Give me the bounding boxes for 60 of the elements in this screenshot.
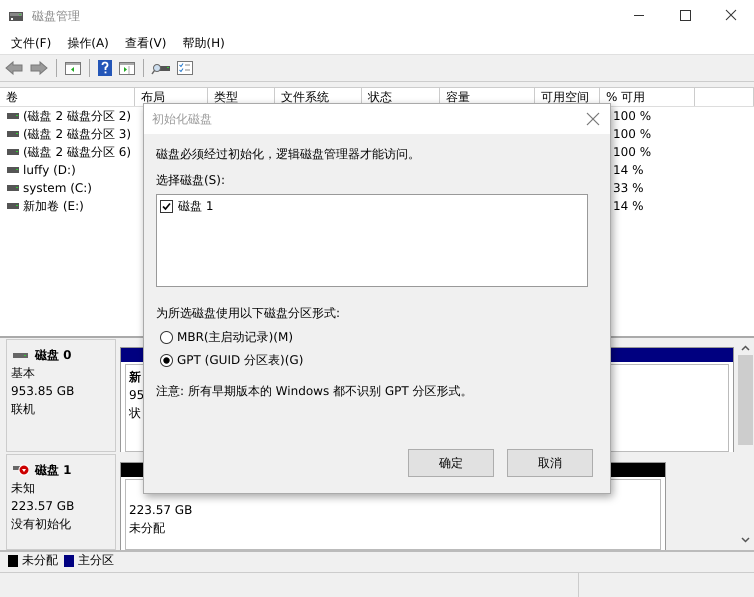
checklist-icon[interactable] xyxy=(176,60,194,76)
volume-name: luffy (D:) xyxy=(23,163,76,177)
volume-name: 新加卷 (E:) xyxy=(23,198,84,214)
legend-label: 主分区 xyxy=(78,552,114,569)
radio-label[interactable]: MBR(主启动记录)(M) xyxy=(177,329,294,346)
volume-name: (磁盘 2 磁盘分区 6) xyxy=(23,144,132,160)
drive-icon xyxy=(7,130,19,138)
percent-free: 14 % xyxy=(613,163,644,177)
percent-free: 33 % xyxy=(613,181,644,195)
dialog-title: 初始化磁盘 xyxy=(152,110,212,128)
menu-item[interactable]: 帮助(H) xyxy=(174,34,233,52)
drive-icon xyxy=(7,166,19,174)
disk-name: 磁盘 0 xyxy=(35,347,72,364)
volume-name: (磁盘 2 磁盘分区 2) xyxy=(23,108,132,124)
field-label: 选择磁盘(S): xyxy=(156,172,226,189)
partition-status: 未分配 xyxy=(129,520,165,537)
menu-item[interactable]: 文件(F) xyxy=(3,34,60,52)
disk-type: 基本 xyxy=(11,365,36,382)
partition-status: 状 xyxy=(129,405,141,422)
disk-listbox[interactable]: 磁盘 1 xyxy=(156,194,588,287)
window-title: 磁盘管理 xyxy=(32,8,80,24)
legend-label: 未分配 xyxy=(22,552,58,569)
panel-icon[interactable] xyxy=(118,60,136,76)
checkbox[interactable] xyxy=(160,200,173,213)
disk-type: 未知 xyxy=(11,480,36,497)
disk-status: 联机 xyxy=(11,401,36,418)
partition-name: 新 xyxy=(129,369,141,386)
dialog-message: 磁盘必须经过初始化，逻辑磁盘管理器才能访问。 xyxy=(156,146,421,163)
percent-free: 100 % xyxy=(613,145,652,159)
ok-button[interactable]: 确定 xyxy=(408,449,494,477)
cancel-button[interactable]: 取消 xyxy=(507,449,593,477)
percent-free: 14 % xyxy=(613,199,644,213)
volume-name: system (C:) xyxy=(23,181,92,195)
column-header[interactable]: 卷 xyxy=(0,88,135,106)
drive-icon xyxy=(7,202,19,210)
partition-size: 223.57 GB xyxy=(129,502,192,519)
volume-name: (磁盘 2 磁盘分区 3) xyxy=(23,126,132,142)
forward-arrow-icon[interactable] xyxy=(29,59,49,77)
radio-button[interactable] xyxy=(160,354,173,367)
radio-label[interactable]: GPT (GUID 分区表)(G) xyxy=(177,352,304,369)
close-icon[interactable] xyxy=(586,112,600,126)
percent-free: 100 % xyxy=(613,127,652,141)
field-label: 为所选磁盘使用以下磁盘分区形式: xyxy=(156,305,342,322)
drive-icon xyxy=(7,148,19,156)
disk-status: 没有初始化 xyxy=(11,516,72,533)
disk-size: 223.57 GB xyxy=(11,498,76,515)
disk-size: 953.85 GB xyxy=(11,383,76,400)
help-icon[interactable] xyxy=(97,59,113,77)
back-arrow-icon[interactable] xyxy=(4,59,24,77)
menu-item[interactable]: 查看(V) xyxy=(116,34,174,52)
partition-size: 95 xyxy=(129,387,144,404)
drive-icon xyxy=(7,184,19,192)
percent-free: 100 % xyxy=(613,109,652,123)
disk-name: 磁盘 1 xyxy=(35,462,72,479)
drive-icon xyxy=(7,112,19,120)
menu-item[interactable]: 操作(A) xyxy=(59,34,117,52)
radio-button[interactable] xyxy=(160,331,173,344)
panel-icon[interactable] xyxy=(64,60,82,76)
list-item[interactable]: 磁盘 1 xyxy=(178,198,214,215)
note-text: 注意: 所有早期版本的 Windows 都不识别 GPT 分区形式。 xyxy=(156,383,474,400)
